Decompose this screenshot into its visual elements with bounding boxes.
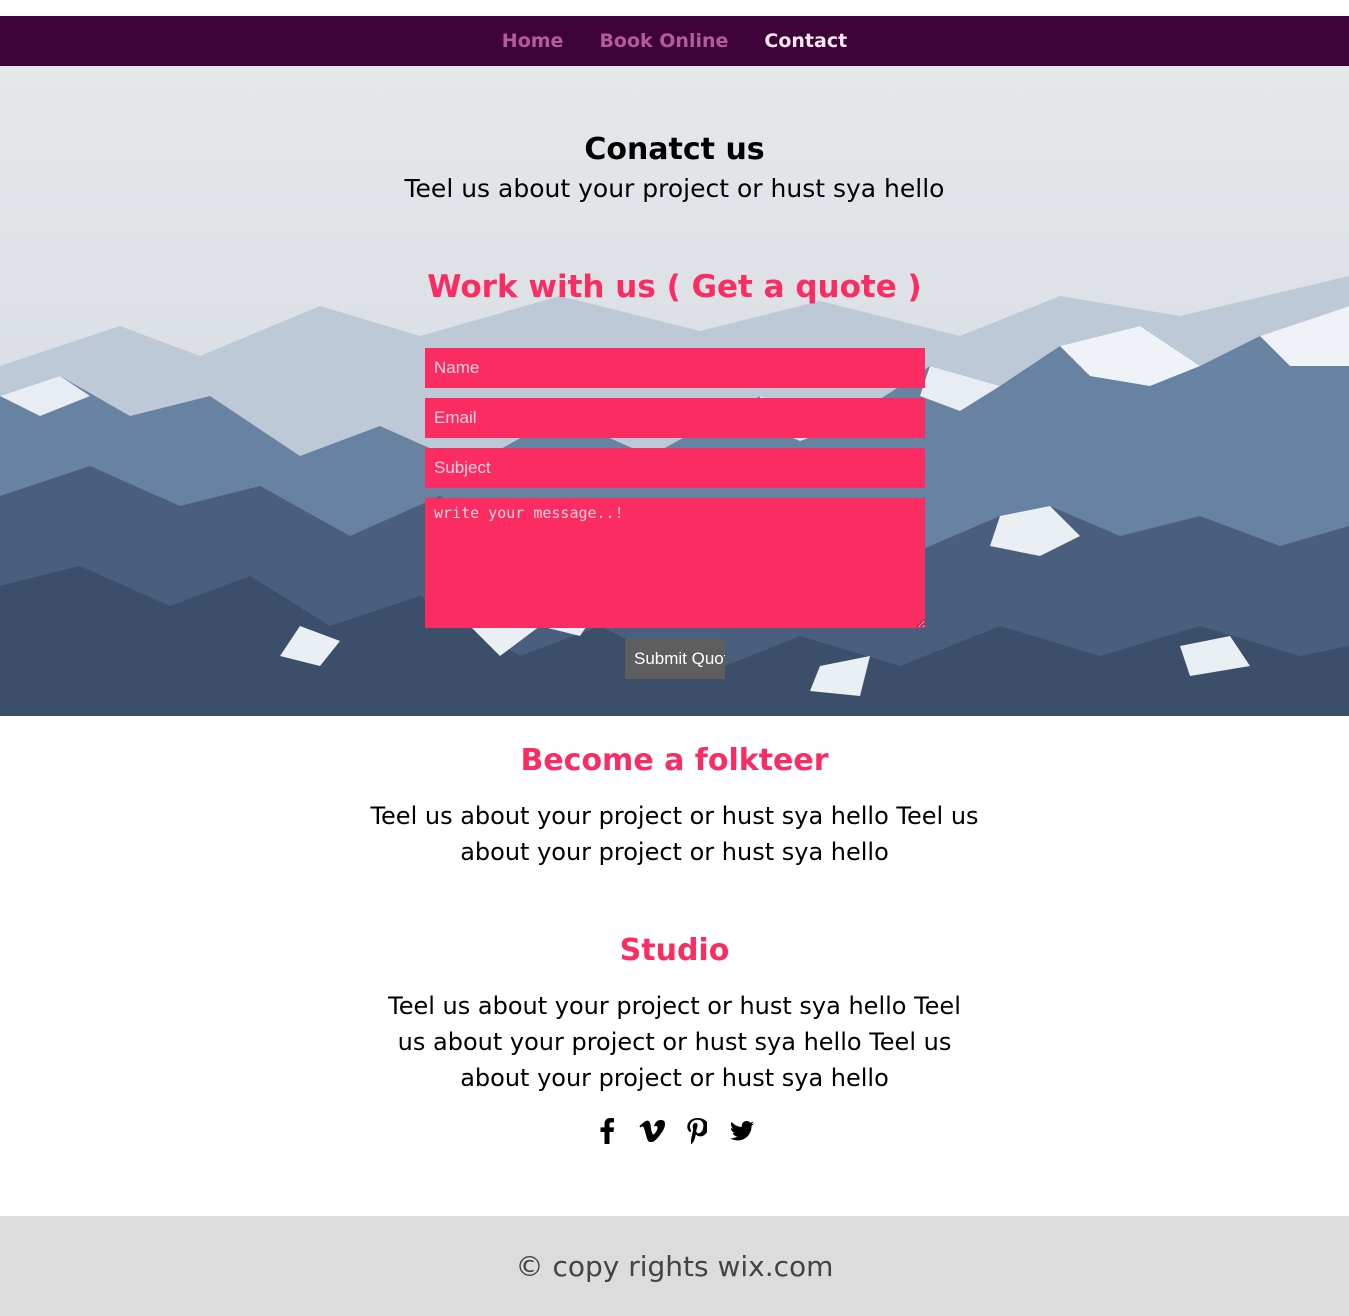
message-textarea[interactable] — [425, 498, 925, 628]
copyright-text: © copy rights wix.com — [515, 1249, 834, 1283]
submit-quote-button[interactable]: Submit Quote — [625, 639, 725, 679]
folkteer-title: Become a folkteer — [520, 743, 829, 778]
name-input[interactable] — [425, 348, 925, 388]
hero-section: Conatct us Teel us about your project or… — [0, 66, 1349, 716]
folkteer-text-line: about your project or hust sya hello — [460, 838, 889, 866]
studio-text-line: Teel us about your project or hust sya h… — [388, 992, 961, 1020]
studio-text-line: us about your project or hust sya hello … — [397, 1028, 952, 1056]
nav-book-online-link[interactable]: Book Online — [599, 30, 728, 52]
contact-title: Conatct us — [584, 132, 765, 167]
nav-home-link[interactable]: Home — [502, 30, 564, 52]
pinterest-icon[interactable] — [684, 1117, 711, 1145]
twitter-icon[interactable] — [729, 1117, 756, 1145]
subject-input[interactable] — [425, 448, 925, 488]
vimeo-icon[interactable] — [639, 1117, 666, 1145]
footer: © copy rights wix.com — [0, 1216, 1349, 1316]
quote-form-title: Work with us ( Get a quote ) — [427, 269, 922, 305]
social-links — [0, 1117, 1349, 1145]
studio-title: Studio — [619, 933, 730, 968]
email-input[interactable] — [425, 398, 925, 438]
folkteer-text: Teel us about your project or hust sya h… — [0, 798, 1349, 870]
contact-subtitle: Teel us about your project or hust sya h… — [404, 174, 945, 203]
facebook-icon[interactable] — [594, 1117, 621, 1145]
studio-text: Teel us about your project or hust sya h… — [0, 988, 1349, 1096]
top-nav: Home Book Online Contact — [0, 16, 1349, 66]
folkteer-text-line: Teel us about your project or hust sya h… — [370, 802, 979, 830]
studio-text-line: about your project or hust sya hello — [460, 1064, 889, 1092]
nav-contact-link[interactable]: Contact — [764, 30, 847, 52]
